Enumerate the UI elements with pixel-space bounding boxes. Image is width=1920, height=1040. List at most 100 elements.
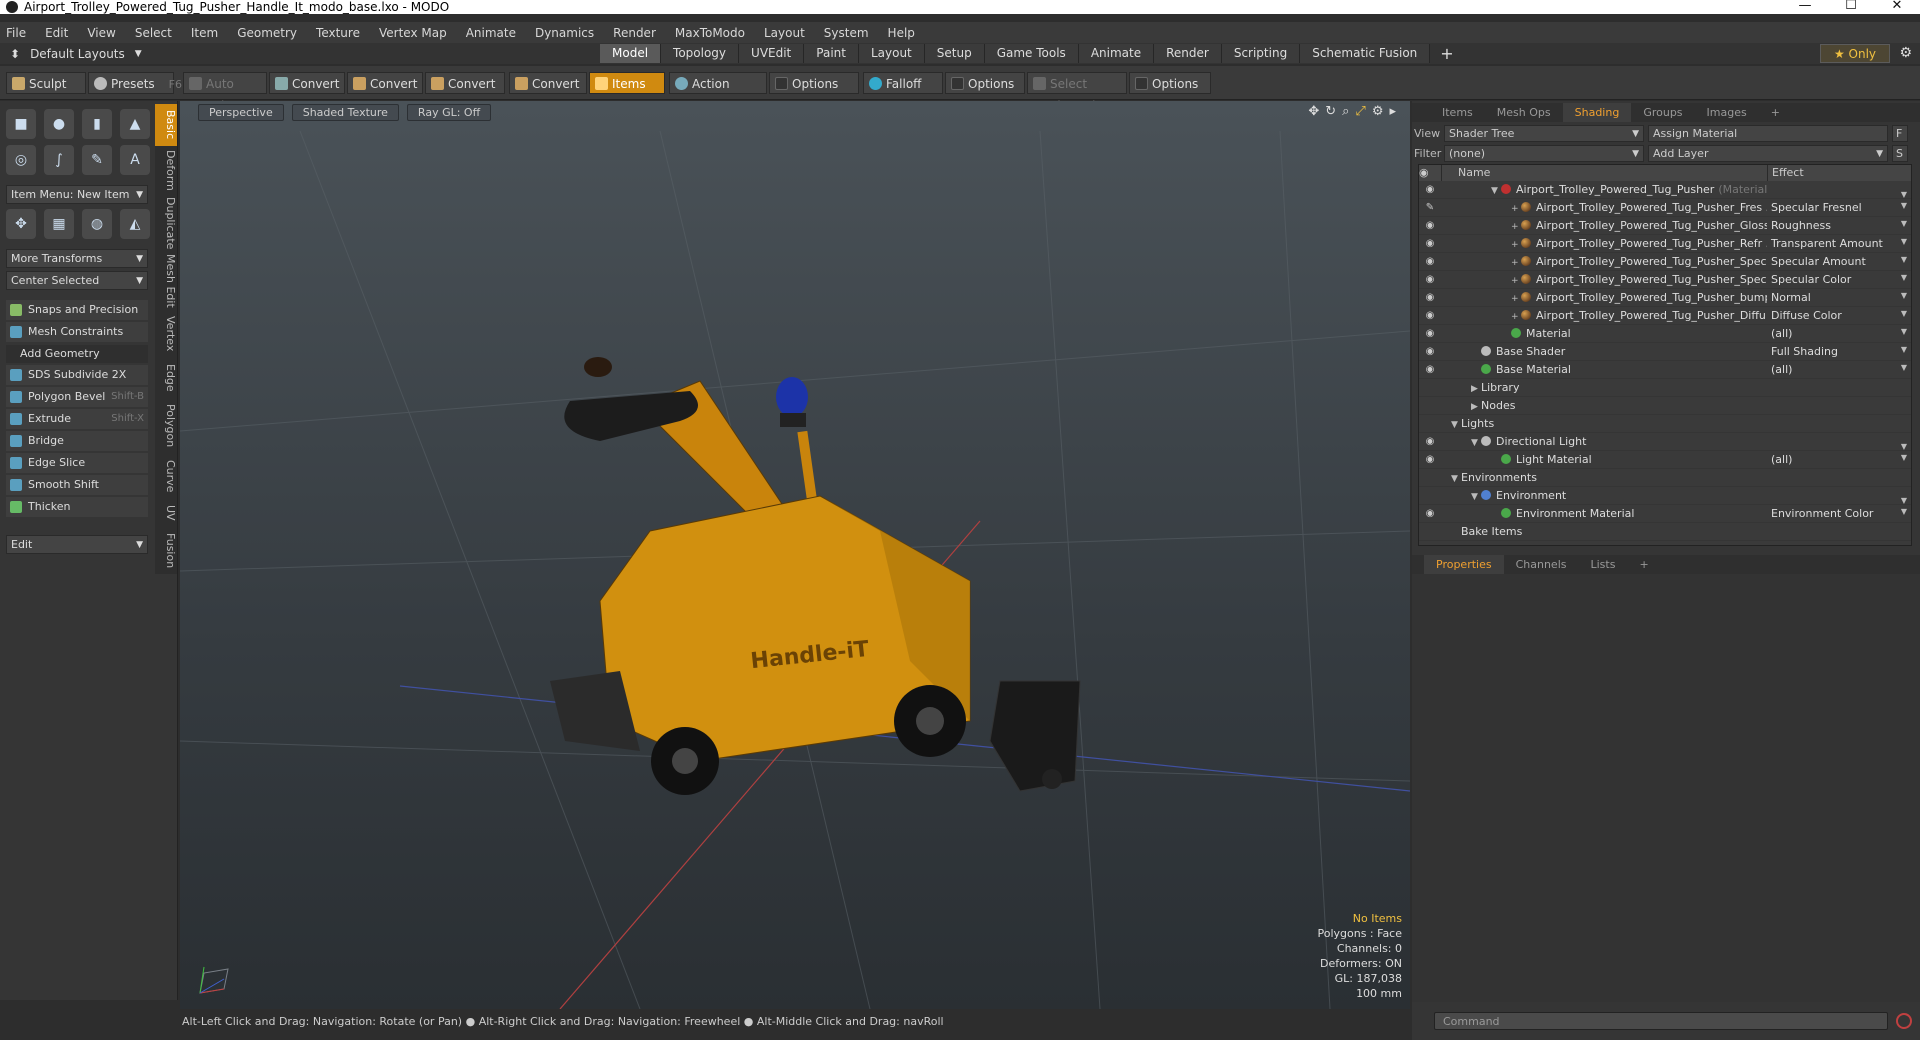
expand-toggle-icon[interactable]: ▼ bbox=[1451, 420, 1461, 430]
shader-tree-row[interactable]: ◉ + Airport_Trolley_Powered_Tug_Pusher_Spe… bbox=[1419, 271, 1911, 289]
vtab-curve[interactable]: Curve bbox=[155, 456, 177, 496]
item-menu-dropdown[interactable]: Item Menu: New Item ▼ bbox=[6, 185, 148, 204]
expand-toggle-icon[interactable]: ▶ bbox=[1471, 402, 1481, 412]
tool-edge-slice[interactable]: Edge Slice bbox=[6, 453, 148, 473]
shader-tree-row[interactable]: ◉ + Airport_Trolley_Powered_Tug_Pusher_bum… bbox=[1419, 289, 1911, 307]
shader-tree-row[interactable]: ◉ + Airport_Trolley_Powered_Tug_Pusher_Glo… bbox=[1419, 217, 1911, 235]
visibility-eye-icon[interactable]: ◉ bbox=[1419, 328, 1441, 339]
visibility-eye-icon[interactable]: ◉ bbox=[1419, 274, 1441, 285]
effect-cell[interactable]: Full Shading ▼ bbox=[1767, 345, 1911, 358]
tab-items[interactable]: Items bbox=[1430, 103, 1485, 122]
shader-tree-row[interactable]: ◉ + Airport_Trolley_Powered_Tug_Pusher_Spe… bbox=[1419, 253, 1911, 271]
rotate-icon[interactable]: ↻ bbox=[1325, 104, 1336, 119]
menu-render[interactable]: Render bbox=[613, 26, 656, 40]
menu-animate[interactable]: Animate bbox=[466, 26, 516, 40]
select-through-options-button[interactable]: Options bbox=[1129, 72, 1211, 94]
expand-toggle-icon[interactable]: ▼ bbox=[1491, 186, 1501, 196]
tab-lists[interactable]: Lists bbox=[1579, 555, 1628, 574]
snaps-precision-button[interactable]: Snaps and Precision bbox=[6, 300, 148, 320]
3d-viewport[interactable]: Handle-iT Perspective Shaded Texture Ray… bbox=[180, 101, 1410, 1009]
shader-tree-row[interactable]: ◉ + Airport_Trolley_Powered_Tug_Pusher_Dif… bbox=[1419, 307, 1911, 325]
menu-layout[interactable]: Layout bbox=[764, 26, 805, 40]
pyramid-icon[interactable]: ◭ bbox=[120, 209, 150, 239]
layout-selector[interactable]: ⬍ Default Layouts ▼ bbox=[10, 47, 600, 61]
tab-schematic-fusion[interactable]: Schematic Fusion bbox=[1300, 44, 1431, 63]
text-icon[interactable]: A bbox=[120, 145, 150, 175]
visibility-eye-icon[interactable]: ◉ bbox=[1419, 184, 1441, 195]
shader-tree-row[interactable]: ▼ Environments bbox=[1419, 469, 1911, 487]
shader-tree-row[interactable]: ▼ Lights bbox=[1419, 415, 1911, 433]
zoom-icon[interactable]: ⌕ bbox=[1342, 104, 1349, 119]
convert-polygon-button[interactable]: Convert bbox=[425, 72, 505, 94]
view-dropdown[interactable]: Shader Tree ▼ bbox=[1444, 124, 1644, 142]
items-mode-button[interactable]: Items bbox=[589, 72, 665, 94]
tab-setup[interactable]: Setup bbox=[924, 44, 985, 63]
shader-tree-row[interactable]: ▶ Nodes bbox=[1419, 397, 1911, 415]
effect-cell[interactable]: Diffuse Color ▼ bbox=[1767, 309, 1911, 322]
presets-button[interactable]: Presets F6 bbox=[88, 72, 182, 94]
menu-maxtomodo[interactable]: MaxToModo bbox=[675, 26, 745, 40]
menu-edit[interactable]: Edit bbox=[45, 26, 68, 40]
maximize-button[interactable]: ☐ bbox=[1828, 0, 1874, 14]
close-button[interactable]: ✕ bbox=[1874, 0, 1920, 14]
record-icon[interactable] bbox=[1896, 1013, 1912, 1029]
vtab-deform[interactable]: Deform bbox=[155, 148, 177, 192]
tab-images[interactable]: Images bbox=[1695, 103, 1759, 122]
menu-help[interactable]: Help bbox=[888, 26, 915, 40]
effect-cell[interactable]: Normal ▼ bbox=[1767, 291, 1911, 304]
visibility-eye-icon[interactable]: ◉ bbox=[1419, 508, 1441, 519]
shader-tree-row[interactable]: ◉ ▼ Directional Light ▼ bbox=[1419, 433, 1911, 451]
grid-icon[interactable]: ▦ bbox=[44, 209, 74, 239]
globe-icon[interactable]: ◍ bbox=[82, 209, 112, 239]
visibility-eye-icon[interactable]: ◉ bbox=[1419, 454, 1441, 465]
chevron-down-icon[interactable]: ▼ bbox=[1901, 190, 1907, 199]
vtab-polygon[interactable]: Polygon bbox=[155, 400, 177, 452]
shader-tree-row[interactable]: ◉ ▼ Airport_Trolley_Powered_Tug_Pusher (Mat… bbox=[1419, 181, 1911, 199]
vtab-fusion[interactable]: Fusion bbox=[155, 530, 177, 572]
tab-topology[interactable]: Topology bbox=[661, 44, 740, 63]
visibility-eye-icon[interactable]: ✎ bbox=[1419, 202, 1441, 213]
sphere-icon[interactable]: ● bbox=[44, 109, 74, 139]
shader-tree-row[interactable]: ◉ Base Material (all) ▼ bbox=[1419, 361, 1911, 379]
menu-geometry[interactable]: Geometry bbox=[237, 26, 297, 40]
filter-dropdown[interactable]: (none) ▼ bbox=[1444, 144, 1644, 162]
tab-groups[interactable]: Groups bbox=[1631, 103, 1694, 122]
expand-toggle-icon[interactable]: ▼ bbox=[1451, 474, 1461, 484]
pen-icon[interactable]: ✎ bbox=[82, 145, 112, 175]
effect-cell[interactable]: (all) ▼ bbox=[1767, 327, 1911, 340]
convert-vertex-button[interactable]: Convert bbox=[269, 72, 345, 94]
menu-system[interactable]: System bbox=[824, 26, 869, 40]
menu-file[interactable]: File bbox=[6, 26, 26, 40]
select-through-button[interactable]: Select Through bbox=[1027, 72, 1127, 113]
tab-properties[interactable]: Properties bbox=[1424, 555, 1504, 574]
vtab-edge[interactable]: Edge bbox=[155, 360, 177, 396]
perspective-view-button[interactable]: Perspective bbox=[198, 103, 284, 121]
s-button[interactable]: S bbox=[1892, 144, 1908, 162]
tab-mesh-ops[interactable]: Mesh Ops bbox=[1485, 103, 1563, 122]
add-tab-icon[interactable]: + bbox=[1759, 103, 1792, 122]
tab-uvedit[interactable]: UVEdit bbox=[739, 44, 805, 63]
effect-cell[interactable]: Environment Color ▼ bbox=[1767, 507, 1911, 520]
convert-material-button[interactable]: Convert bbox=[509, 72, 587, 94]
torus-icon[interactable]: ◎ bbox=[6, 145, 36, 175]
tool-sds-subdivide[interactable]: SDS Subdivide 2X bbox=[6, 365, 148, 385]
chevron-down-icon[interactable]: ▼ bbox=[1901, 363, 1907, 372]
expand-toggle-icon[interactable]: + bbox=[1511, 240, 1521, 250]
expand-toggle-icon[interactable]: + bbox=[1511, 312, 1521, 322]
cylinder-icon[interactable]: ▮ bbox=[82, 109, 112, 139]
mesh-constraints-button[interactable]: Mesh Constraints bbox=[6, 322, 148, 342]
shader-tree-row[interactable]: ▶ Library bbox=[1419, 379, 1911, 397]
more-transforms-dropdown[interactable]: More Transforms ▼ bbox=[6, 249, 148, 268]
effect-cell[interactable]: Specular Amount ▼ bbox=[1767, 255, 1911, 268]
menu-select[interactable]: Select bbox=[135, 26, 172, 40]
expand-toggle-icon[interactable]: + bbox=[1511, 222, 1521, 232]
tool-extrude[interactable]: Extrude Shift-X bbox=[6, 409, 148, 429]
chevron-down-icon[interactable]: ▼ bbox=[1901, 507, 1907, 516]
effect-cell[interactable]: (all) ▼ bbox=[1767, 363, 1911, 376]
chevron-down-icon[interactable]: ▼ bbox=[1901, 442, 1907, 451]
sculpt-button[interactable]: Sculpt bbox=[6, 72, 86, 94]
vtab-mesh-edit[interactable]: Mesh Edit bbox=[155, 254, 177, 308]
assign-material-button[interactable]: Assign Material bbox=[1648, 124, 1888, 142]
chevron-down-icon[interactable]: ▼ bbox=[1901, 237, 1907, 246]
chevron-down-icon[interactable]: ▼ bbox=[1901, 219, 1907, 228]
